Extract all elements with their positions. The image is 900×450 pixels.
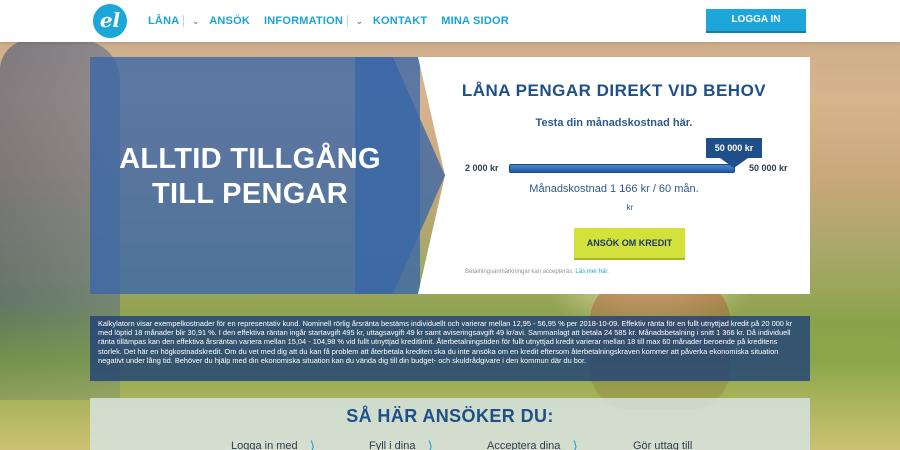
calculator-title: LÅNA PENGAR DIREKT VID BEHOV	[461, 81, 767, 100]
nav-item-ansok[interactable]: ANSÖK	[209, 15, 250, 27]
slider-max-label: 50 000 kr	[749, 163, 788, 173]
chevron-down-icon[interactable]: ⌄	[356, 17, 363, 26]
nav-label-lana: LÅNA	[148, 15, 180, 27]
monthly-cost: Månadskostnad 1 166 kr / 60 mån.	[529, 183, 699, 195]
nav-label-information: INFORMATION	[264, 15, 343, 27]
monthly-unit: kr	[626, 203, 634, 212]
step-label: Gör uttag till	[633, 440, 693, 450]
hero-title: ALLTID TILLGÅNG TILL PENGAR	[100, 142, 400, 212]
how-to-apply-title: SÅ HÄR ANSÖKER DU:	[346, 406, 554, 426]
credit-disclaimer: Kalkylatorn visar exempelkostnader för e…	[90, 316, 810, 381]
logo-icon[interactable]: el	[93, 4, 127, 38]
fineprint: Betalningsanmärkningar kan accepteras. L…	[465, 269, 609, 275]
step-arrow-icon: ⟩	[572, 438, 578, 450]
slider-min-label: 2 000 kr	[465, 163, 499, 173]
amount-slider-track[interactable]	[509, 164, 735, 173]
nav-divider	[347, 15, 348, 27]
step-label: Fyll i dina	[369, 440, 416, 450]
nav-item-mina-sidor[interactable]: MINA SIDOR	[441, 15, 509, 27]
step-label: Acceptera dina	[487, 440, 561, 450]
apply-credit-button[interactable]: ANSÖK OM KREDIT	[574, 228, 685, 258]
how-to-apply-section: SÅ HÄR ANSÖKER DU: Logga in med ⟩ Fyll i …	[90, 398, 810, 450]
slider-value-label: 50 000 kr	[706, 138, 762, 158]
step-item: Acceptera dina ⟩	[487, 438, 578, 450]
hero-title-line2: TILL PENGAR	[151, 178, 349, 210]
amount-slider-fill	[510, 165, 734, 172]
slider-pointer-icon	[720, 158, 748, 168]
calculator-subtitle: Testa din månadskostnad här.	[535, 117, 693, 129]
fineprint-text: Betalningsanmärkningar kan accepteras.	[465, 269, 574, 275]
step-arrow-icon: ⟩	[309, 438, 316, 450]
main-nav: LÅNA ⌄ ANSÖK INFORMATION ⌄ KONTAKT MINA SI…	[148, 0, 509, 42]
step-label: Logga in med	[231, 440, 298, 450]
nav-label-ansok: ANSÖK	[209, 15, 250, 27]
chevron-down-icon[interactable]: ⌄	[192, 17, 199, 26]
step-item: Fyll i dina ⟩	[369, 438, 433, 450]
nav-divider	[183, 15, 185, 27]
nav-label-mina-sidor: MINA SIDOR	[441, 15, 509, 27]
step-item: Gör uttag till	[633, 440, 692, 450]
nav-item-lana[interactable]: LÅNA ⌄	[148, 15, 209, 27]
calculator-content: LÅNA PENGAR DIREKT VID BEHOV Testa din m…	[418, 57, 810, 294]
hero-title-line1: ALLTID TILLGÅNG	[119, 143, 381, 175]
step-arrow-icon: ⟩	[427, 438, 433, 450]
read-more-link[interactable]: Läs mer här.	[575, 269, 608, 275]
site-header: el LÅNA ⌄ ANSÖK INFORMATION ⌄ KONTAKT MINA…	[0, 0, 900, 42]
nav-item-kontakt[interactable]: KONTAKT	[373, 15, 427, 27]
nav-item-information[interactable]: INFORMATION ⌄	[264, 15, 373, 27]
login-button[interactable]: LOGGA IN	[706, 9, 806, 31]
step-item: Logga in med ⟩	[231, 438, 316, 450]
steps-row: Logga in med ⟩ Fyll i dina ⟩ Acceptera din…	[90, 438, 810, 450]
nav-label-kontakt: KONTAKT	[372, 15, 428, 27]
